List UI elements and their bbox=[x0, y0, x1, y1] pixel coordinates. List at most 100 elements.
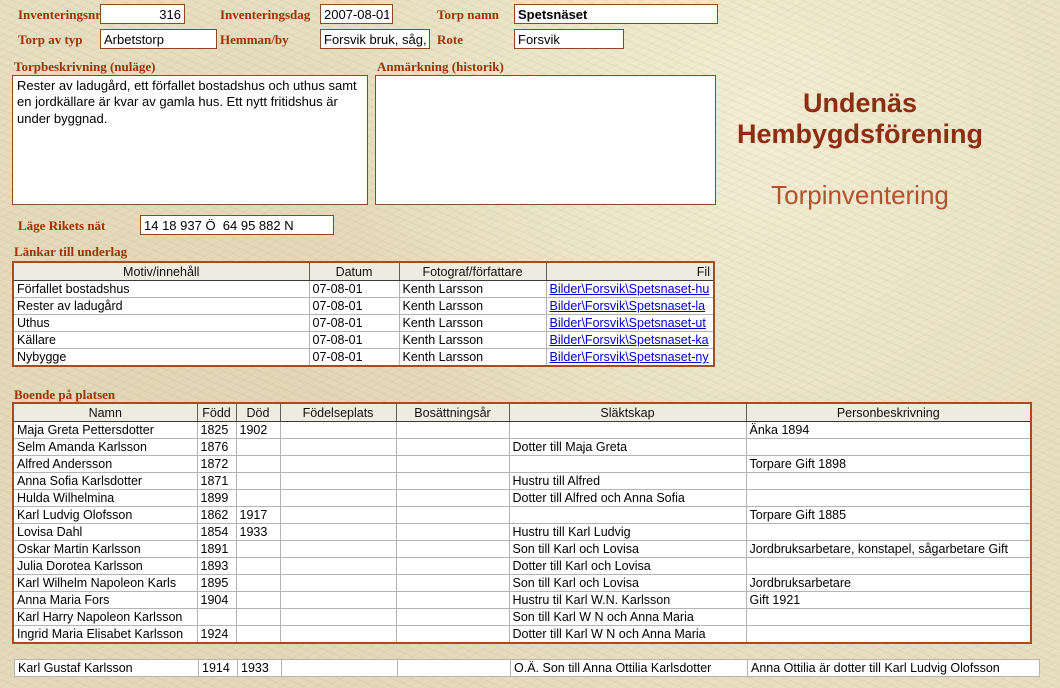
cell-personbeskrivning bbox=[746, 439, 1031, 456]
cell-fotograf: Kenth Larsson bbox=[399, 349, 546, 367]
links-heading: Länkar till underlag bbox=[14, 244, 127, 260]
cell-datum: 07-08-01 bbox=[309, 298, 399, 315]
cell-datum: 07-08-01 bbox=[309, 349, 399, 367]
cell-fodelseplats bbox=[280, 558, 396, 575]
col-fodelseplats: Födelseplats bbox=[280, 403, 396, 422]
cell-bosattningsar bbox=[396, 609, 509, 626]
cell-motiv: Rester av ladugård bbox=[13, 298, 309, 315]
cell-bosattningsar bbox=[396, 592, 509, 609]
cell-slaktskap bbox=[509, 456, 746, 473]
resident-row: Karl Wilhelm Napoleon Karls 1895 Son til… bbox=[13, 575, 1031, 592]
cell-dod: 1917 bbox=[236, 507, 280, 524]
cell-fotograf: Kenth Larsson bbox=[399, 281, 546, 298]
col-bosattningsar: Bosättningsår bbox=[396, 403, 509, 422]
residents-heading: Boende på platsen bbox=[14, 387, 115, 403]
cell-dod bbox=[236, 592, 280, 609]
inventeringsdag-label: Inventeringsdag bbox=[220, 7, 310, 23]
cell-namn: Hulda Wilhelmina bbox=[13, 490, 197, 507]
resident-row: Oskar Martin Karlsson 1891 Son till Karl… bbox=[13, 541, 1031, 558]
file-link[interactable]: Bilder\Forsvik\Spetsnaset-ut bbox=[550, 316, 706, 330]
anmarkning-textarea[interactable] bbox=[375, 75, 716, 205]
anmarkning-label: Anmärkning (historik) bbox=[377, 59, 504, 75]
cell-personbeskrivning bbox=[746, 490, 1031, 507]
file-link[interactable]: Bilder\Forsvik\Spetsnaset-la bbox=[550, 299, 706, 313]
cell-personbeskrivning bbox=[746, 609, 1031, 626]
cell-bosattningsar bbox=[396, 490, 509, 507]
cell-bosattningsar bbox=[396, 541, 509, 558]
cell-datum: 07-08-01 bbox=[309, 332, 399, 349]
cell-bosattningsar bbox=[396, 473, 509, 490]
inventeringsnr-label: Inventeringsnr bbox=[18, 7, 101, 23]
cell-fodd: 1904 bbox=[197, 592, 236, 609]
rote-label: Rote bbox=[437, 32, 463, 48]
cell-personbeskrivning: Torpare Gift 1898 bbox=[746, 456, 1031, 473]
cell-dod bbox=[236, 490, 280, 507]
cell-motiv: Källare bbox=[13, 332, 309, 349]
cell-dod: 1902 bbox=[236, 422, 280, 439]
cell-fodelseplats bbox=[280, 507, 396, 524]
cell-namn: Alfred Andersson bbox=[13, 456, 197, 473]
col-fodd: Född bbox=[197, 403, 236, 422]
file-link[interactable]: Bilder\Forsvik\Spetsnaset-hu bbox=[550, 282, 710, 296]
cell-slaktskap: Son till Karl W N och Anna Maria bbox=[509, 609, 746, 626]
cell-fil: Bilder\Forsvik\Spetsnaset-ka bbox=[546, 332, 714, 349]
torpnamn-input[interactable] bbox=[514, 4, 718, 24]
lage-input[interactable] bbox=[140, 215, 334, 235]
cell-fodelseplats bbox=[280, 473, 396, 490]
cell-fodelseplats bbox=[280, 439, 396, 456]
cell-fil: Bilder\Forsvik\Spetsnaset-ut bbox=[546, 315, 714, 332]
cell-fodd: 1895 bbox=[197, 575, 236, 592]
inventeringsnr-input[interactable] bbox=[100, 4, 185, 24]
cell-slaktskap: Dotter till Alfred och Anna Sofia bbox=[509, 490, 746, 507]
resident-row: Anna Sofia Karlsdotter 1871 Hustru till … bbox=[13, 473, 1031, 490]
cell-dod bbox=[236, 473, 280, 490]
cell-slaktskap bbox=[509, 422, 746, 439]
cell-fodd: 1825 bbox=[197, 422, 236, 439]
cell-personbeskrivning bbox=[746, 473, 1031, 490]
cell-namn: Julia Dorotea Karlsson bbox=[13, 558, 197, 575]
cell-fodelseplats bbox=[280, 609, 396, 626]
file-link[interactable]: Bilder\Forsvik\Spetsnaset-ka bbox=[550, 333, 709, 347]
page-subtitle: Torpinventering bbox=[725, 180, 995, 211]
cell-fil: Bilder\Forsvik\Spetsnaset-hu bbox=[546, 281, 714, 298]
cell-dod: 1933 bbox=[236, 524, 280, 541]
resident-row: Anna Maria Fors 1904 Hustru til Karl W.N… bbox=[13, 592, 1031, 609]
cell-slaktskap: Dotter till Maja Greta bbox=[509, 439, 746, 456]
cell-fodd: 1914 bbox=[199, 660, 238, 677]
torpinventering-form-window: { "theme":{ "background":"#e8dfc2", "lab… bbox=[0, 0, 1060, 688]
resident-row: Karl Gustaf Karlsson 1914 1933 O.Ä. Son … bbox=[15, 660, 1040, 677]
links-header-row: Motiv/innehåll Datum Fotograf/författare… bbox=[13, 262, 714, 281]
cell-slaktskap: Son till Karl och Lovisa bbox=[509, 575, 746, 592]
cell-slaktskap: Son till Karl och Lovisa bbox=[509, 541, 746, 558]
torpavtyp-input[interactable] bbox=[100, 29, 217, 49]
cell-namn: Karl Harry Napoleon Karlsson bbox=[13, 609, 197, 626]
cell-bosattningsar bbox=[396, 422, 509, 439]
cell-fodd: 1871 bbox=[197, 473, 236, 490]
cell-namn: Anna Maria Fors bbox=[13, 592, 197, 609]
cell-fodelseplats bbox=[280, 490, 396, 507]
cell-bosattningsar bbox=[396, 456, 509, 473]
torpavtyp-label: Torp av typ bbox=[18, 32, 83, 48]
cell-fodelseplats bbox=[280, 456, 396, 473]
inventeringsdag-input[interactable] bbox=[320, 4, 393, 24]
cell-datum: 07-08-01 bbox=[309, 281, 399, 298]
cell-bosattningsar bbox=[396, 558, 509, 575]
file-link[interactable]: Bilder\Forsvik\Spetsnaset-ny bbox=[550, 350, 709, 364]
rote-input[interactable] bbox=[514, 29, 624, 49]
hemmanby-input[interactable] bbox=[320, 29, 430, 49]
link-row: Nybygge 07-08-01 Kenth Larsson Bilder\Fo… bbox=[13, 349, 714, 367]
lage-label: Läge Rikets nät bbox=[18, 218, 105, 234]
cell-personbeskrivning: Jordbruksarbetare bbox=[746, 575, 1031, 592]
cell-bosattningsar bbox=[398, 660, 511, 677]
cell-namn: Ingrid Maria Elisabet Karlsson bbox=[13, 626, 197, 644]
cell-fodd: 1872 bbox=[197, 456, 236, 473]
cell-bosattningsar bbox=[396, 439, 509, 456]
cell-fotograf: Kenth Larsson bbox=[399, 315, 546, 332]
cell-personbeskrivning: Anna Ottilia är dotter till Karl Ludvig … bbox=[748, 660, 1040, 677]
resident-row: Hulda Wilhelmina 1899 Dotter till Alfred… bbox=[13, 490, 1031, 507]
resident-row: Alfred Andersson 1872 Torpare Gift 1898 bbox=[13, 456, 1031, 473]
cell-dod bbox=[236, 456, 280, 473]
torpbeskrivning-textarea[interactable]: Rester av ladugård, ett förfallet bostad… bbox=[12, 75, 368, 205]
cell-slaktskap: O.Ä. Son till Anna Ottilia Karlsdotter bbox=[511, 660, 748, 677]
col-personbeskrivning: Personbeskrivning bbox=[746, 403, 1031, 422]
